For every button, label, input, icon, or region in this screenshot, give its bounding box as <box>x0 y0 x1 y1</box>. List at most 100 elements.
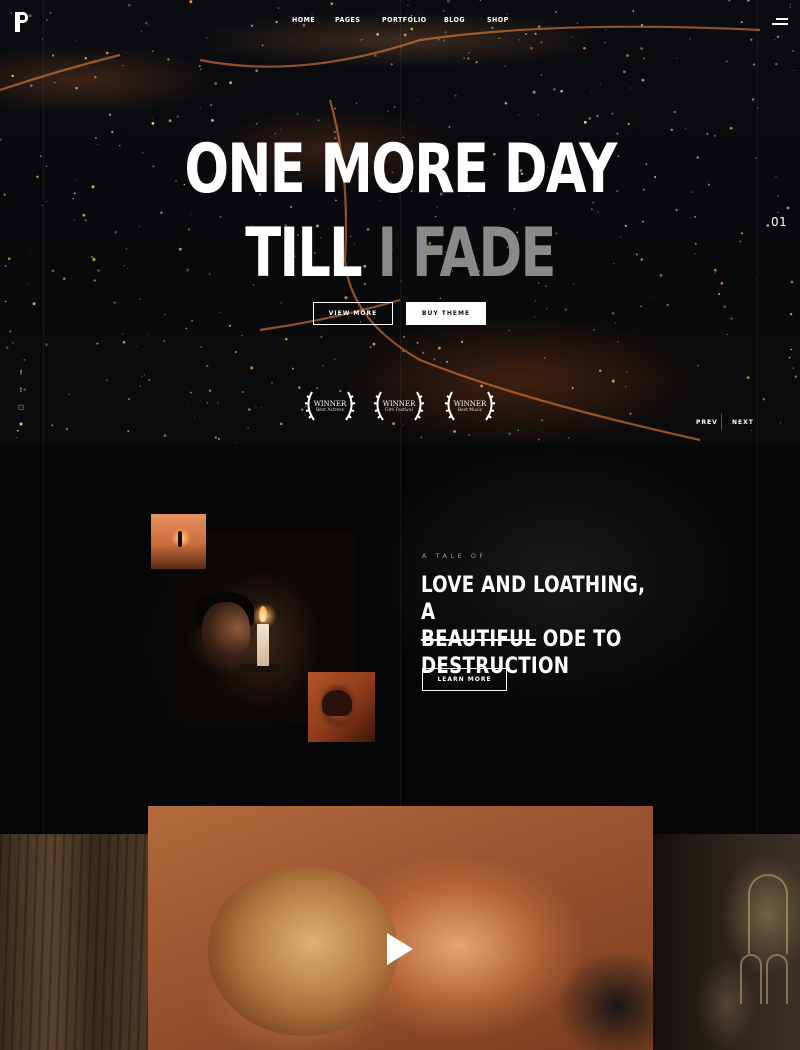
city-light <box>52 54 55 57</box>
city-light <box>689 38 691 40</box>
award-title: WINNER <box>382 400 416 408</box>
arch <box>740 954 762 1004</box>
menu-icon[interactable] <box>772 18 788 25</box>
city-light <box>403 33 407 37</box>
twitter-icon[interactable]: t <box>17 387 25 395</box>
city-light <box>446 360 449 363</box>
city-light <box>255 405 257 408</box>
city-light <box>228 324 232 328</box>
award-subtitle: Best Actress <box>316 408 344 413</box>
city-light <box>45 343 48 347</box>
city-light <box>247 408 251 412</box>
city-light <box>643 57 645 60</box>
nav-item-home[interactable]: HOME <box>292 16 335 24</box>
city-light <box>416 98 418 100</box>
city-light <box>7 257 11 261</box>
video-thumbnail[interactable] <box>148 806 653 1050</box>
city-light <box>525 33 527 35</box>
city-light <box>604 41 606 44</box>
city-light <box>479 0 481 1</box>
city-light <box>28 14 32 18</box>
next-slide-button[interactable]: NEXT <box>732 419 754 426</box>
city-light <box>530 46 533 50</box>
hero-title: ONE MORE DAY TILL I FADE <box>56 128 744 296</box>
city-light <box>4 264 7 268</box>
city-light <box>198 65 201 68</box>
city-light <box>697 364 699 367</box>
city-light <box>576 22 579 24</box>
nav-item-pages[interactable]: PAGES <box>335 16 382 24</box>
city-light <box>241 390 245 394</box>
soundcloud-icon[interactable]: ● <box>17 421 25 429</box>
city-light <box>728 0 731 2</box>
site-logo[interactable] <box>15 12 29 32</box>
city-light <box>164 313 166 316</box>
city-light <box>433 358 436 361</box>
city-light <box>588 116 592 120</box>
city-light <box>206 364 209 368</box>
city-light <box>508 432 511 436</box>
city-light <box>45 165 48 168</box>
city-light <box>751 98 755 101</box>
city-light <box>790 280 794 284</box>
city-light <box>792 49 794 52</box>
prev-slide-button[interactable]: PREV <box>696 419 718 426</box>
facebook-icon[interactable]: f <box>17 370 25 378</box>
city-light <box>604 28 607 31</box>
city-light <box>255 69 259 73</box>
city-light <box>599 82 601 84</box>
city-light <box>0 138 2 141</box>
nav-item-blog[interactable]: BLOG <box>444 16 487 24</box>
video-hair <box>208 866 398 1036</box>
city-light <box>393 105 396 108</box>
city-light <box>518 38 521 41</box>
city-light <box>420 436 423 439</box>
city-light <box>144 21 148 25</box>
nav-item-portfolio[interactable]: PORTFOLIO <box>382 16 444 24</box>
city-light <box>217 402 219 404</box>
instagram-icon[interactable]: ◻ <box>17 404 25 412</box>
award-title: WINNER <box>313 400 347 408</box>
city-light <box>518 114 520 116</box>
city-light <box>5 346 9 350</box>
view-more-button[interactable]: VIEW MORE <box>313 302 393 325</box>
candle-icon <box>257 624 269 666</box>
nav-item-shop[interactable]: SHOP <box>487 16 517 24</box>
main-nav: HOME PAGES PORTFOLIO BLOG SHOP <box>292 16 517 24</box>
city-light <box>121 333 123 335</box>
city-light <box>214 82 218 85</box>
city-light <box>261 44 264 47</box>
city-light <box>143 374 146 376</box>
play-icon[interactable] <box>387 933 413 965</box>
buy-theme-button[interactable]: BUY THEME <box>406 302 486 325</box>
city-light <box>468 434 470 436</box>
city-light <box>491 26 494 29</box>
city-light <box>68 393 70 396</box>
city-light <box>640 47 643 50</box>
city-light <box>65 427 69 431</box>
city-light <box>537 438 540 441</box>
city-light <box>296 112 299 116</box>
city-light <box>140 30 143 32</box>
heading-strike-word: BEAUTIFUL <box>421 627 537 652</box>
city-light <box>122 340 126 344</box>
city-light <box>560 89 564 93</box>
learn-more-button[interactable]: LEARN MORE <box>422 668 507 691</box>
city-light <box>125 52 128 54</box>
city-light <box>344 296 348 300</box>
city-light <box>786 206 790 210</box>
city-light <box>49 11 52 15</box>
wood-texture-image <box>0 834 148 1050</box>
city-light <box>315 48 317 49</box>
city-light <box>51 269 55 273</box>
city-light <box>775 175 777 177</box>
city-light <box>442 39 446 42</box>
city-light <box>571 387 574 390</box>
city-light <box>442 9 445 12</box>
city-light <box>775 62 778 66</box>
city-light <box>446 0 450 3</box>
city-light <box>553 88 556 91</box>
city-light <box>334 107 336 110</box>
city-light <box>416 341 419 344</box>
city-light <box>374 54 377 57</box>
